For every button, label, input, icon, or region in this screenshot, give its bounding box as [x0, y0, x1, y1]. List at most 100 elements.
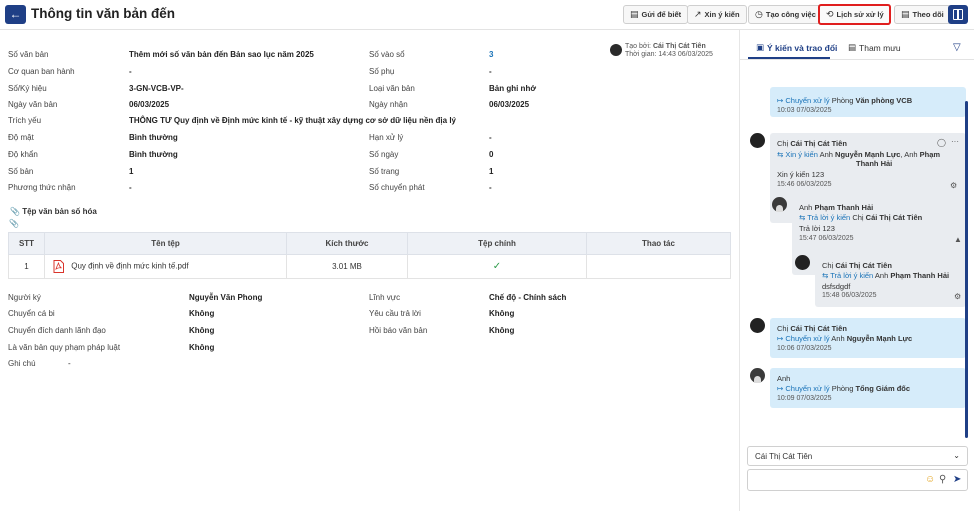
field-value: Bình thường [129, 133, 178, 142]
top-bar: ← Thông tin văn bản đến ▤ Gửi để biết ↗ Xi… [0, 0, 974, 30]
field-value: - [489, 67, 492, 76]
file-name-cell[interactable]: Quy định về định mức kinh tế.pdf [44, 254, 287, 279]
send-info-button[interactable]: ▤ Gửi để biết [623, 5, 689, 24]
field-label: Người ký [8, 293, 41, 302]
ask-opinion-button[interactable]: ↗ Xin ý kiến [687, 5, 747, 24]
field-label: Phương thức nhận [8, 183, 76, 192]
task-icon: ◷ [755, 9, 763, 19]
field-value: THÔNG TƯ Quy định về Định mức kinh tế - … [129, 116, 456, 125]
field-label: Yêu cầu trả lời [369, 309, 421, 318]
field-label: Ngày văn bản [8, 100, 58, 109]
reply-icon: ⇆ [822, 271, 831, 280]
field-label: Số/Ký hiệu [8, 84, 47, 93]
field-label: Độ mật [8, 133, 34, 142]
field-label: Số văn bản [8, 50, 49, 59]
field-label: Số chuyển phát [369, 183, 425, 192]
field-value: Bình thường [129, 150, 178, 159]
attach-icon[interactable]: ⚲ [939, 474, 946, 485]
field-label: Ghi chú [8, 359, 36, 368]
chat-icon: ▣ [756, 42, 765, 52]
main-file-check-icon: ✓ [407, 254, 587, 279]
create-task-button[interactable]: ◷ Tạo công việc [748, 5, 823, 24]
tab-advisory[interactable]: ▤ Tham mưu [848, 42, 901, 53]
filter-icon[interactable]: ▽ [953, 42, 961, 53]
reply-icon[interactable]: ◯ [937, 138, 946, 147]
avatar [750, 318, 765, 333]
follow-button[interactable]: ▤ Theo dõi [894, 5, 951, 24]
send-icon[interactable]: ➤ [953, 474, 961, 485]
col-header: Thao tác [586, 232, 731, 255]
field-value: 1 [489, 167, 494, 176]
field-value: Thêm mới số văn bản đến Bản sao lục năm … [129, 50, 314, 59]
comment-item: Chị Cái Thị Cát Tiên ⇆ Trả lời ý kiến An… [815, 255, 966, 307]
field-value: Không [189, 326, 215, 335]
emoji-icon[interactable]: ☺ [925, 474, 935, 485]
col-header: STT [8, 232, 45, 255]
arrow-left-icon: ← [9, 7, 22, 21]
field-label: Số trang [369, 167, 400, 176]
field-value: Không [489, 309, 515, 318]
files-table: STT Tên tệp Kích thước Tệp chính Thao tá… [8, 232, 731, 279]
field-value: - [489, 133, 492, 142]
field-value: 1 [129, 167, 134, 176]
field-value: - [68, 359, 71, 368]
field-value: 0 [489, 150, 494, 159]
field-value: Không [189, 309, 215, 318]
tab-opinions[interactable]: ▣ Ý kiến và trao đổi [756, 42, 837, 53]
field-value: - [129, 183, 132, 192]
scrollbar[interactable] [965, 101, 968, 438]
table-row: 1 Quy định về định mức kinh tế.pdf 3.01 … [8, 254, 731, 279]
file-stt: 1 [8, 254, 45, 279]
comment-item: ↦ Chuyển xử lý Phòng Văn phòng VCB 10:03… [770, 87, 966, 117]
follow-icon: ▤ [901, 9, 910, 19]
panel-icon [953, 9, 963, 20]
field-label: Độ khẩn [8, 150, 38, 159]
field-value: 06/03/2025 [489, 100, 530, 109]
toggle-panel-button[interactable] [948, 5, 968, 24]
comment-item: Chị Cái Thị Cát Tiên ↦ Chuyển xử lý Anh … [770, 318, 966, 358]
field-value: Không [489, 326, 515, 335]
field-value: Không [189, 343, 215, 352]
comment-input-box[interactable]: ☺ ⚲ ➤ [747, 469, 968, 491]
field-label: Lĩnh vực [369, 293, 401, 302]
field-value: Bản ghi nhớ [489, 84, 537, 93]
avatar [750, 368, 765, 383]
field-label: Trích yếu [8, 116, 42, 125]
paperclip-icon: 📎 [10, 207, 20, 216]
field-label: Ngày nhận [369, 100, 408, 109]
field-label: Số bản [8, 167, 34, 176]
attach-icon[interactable]: ▲ [954, 235, 962, 244]
history-button[interactable]: ⟲ Lịch sử xử lý [818, 4, 891, 25]
history-icon: ⟲ [826, 9, 834, 19]
avatar [610, 44, 622, 56]
field-label: Chuyển đích danh lãnh đạo [8, 326, 106, 335]
chevron-down-icon: ⌄ [953, 451, 960, 460]
avatar [750, 133, 765, 148]
field-label: Số phụ [369, 67, 395, 76]
avatar [772, 197, 787, 212]
comments-list[interactable]: ↦ Chuyển xử lý Phòng Văn phòng VCB 10:03… [740, 61, 974, 446]
field-label: Số ngày [369, 150, 399, 159]
file-actions [586, 254, 731, 279]
col-header: Tên tệp [44, 232, 287, 255]
created-time: 14:43 06/03/2025 [658, 51, 713, 58]
field-label: Loại văn bản [369, 84, 415, 93]
back-button[interactable]: ← [5, 5, 26, 24]
attach-icon[interactable]: ⚙ [950, 181, 957, 190]
field-label: Số vào sổ [369, 50, 405, 59]
attach-file-icon[interactable]: 📎 [9, 219, 19, 228]
reply-icon: ⇆ [799, 213, 808, 222]
files-section-title: 📎 Tệp văn bản số hóa [10, 207, 97, 216]
attach-icon[interactable]: ⚙ [954, 292, 961, 301]
user-select[interactable]: Cái Thị Cát Tiên ⌄ [747, 446, 968, 466]
col-header: Kích thước [286, 232, 408, 255]
comment-input[interactable] [754, 473, 924, 487]
comment-item: Anh ↦ Chuyển xử lý Phòng Tổng Giám đốc 1… [770, 368, 966, 408]
field-label: Là văn bản quy phạm pháp luật [8, 343, 121, 352]
avatar [795, 255, 810, 270]
share-icon: ↗ [694, 9, 702, 19]
creator-name: Cái Thị Cát Tiên [652, 43, 706, 50]
book-icon: ▤ [848, 42, 857, 52]
field-label: Chuyển cá bi [8, 309, 55, 318]
more-icon[interactable]: ··· [951, 137, 959, 146]
